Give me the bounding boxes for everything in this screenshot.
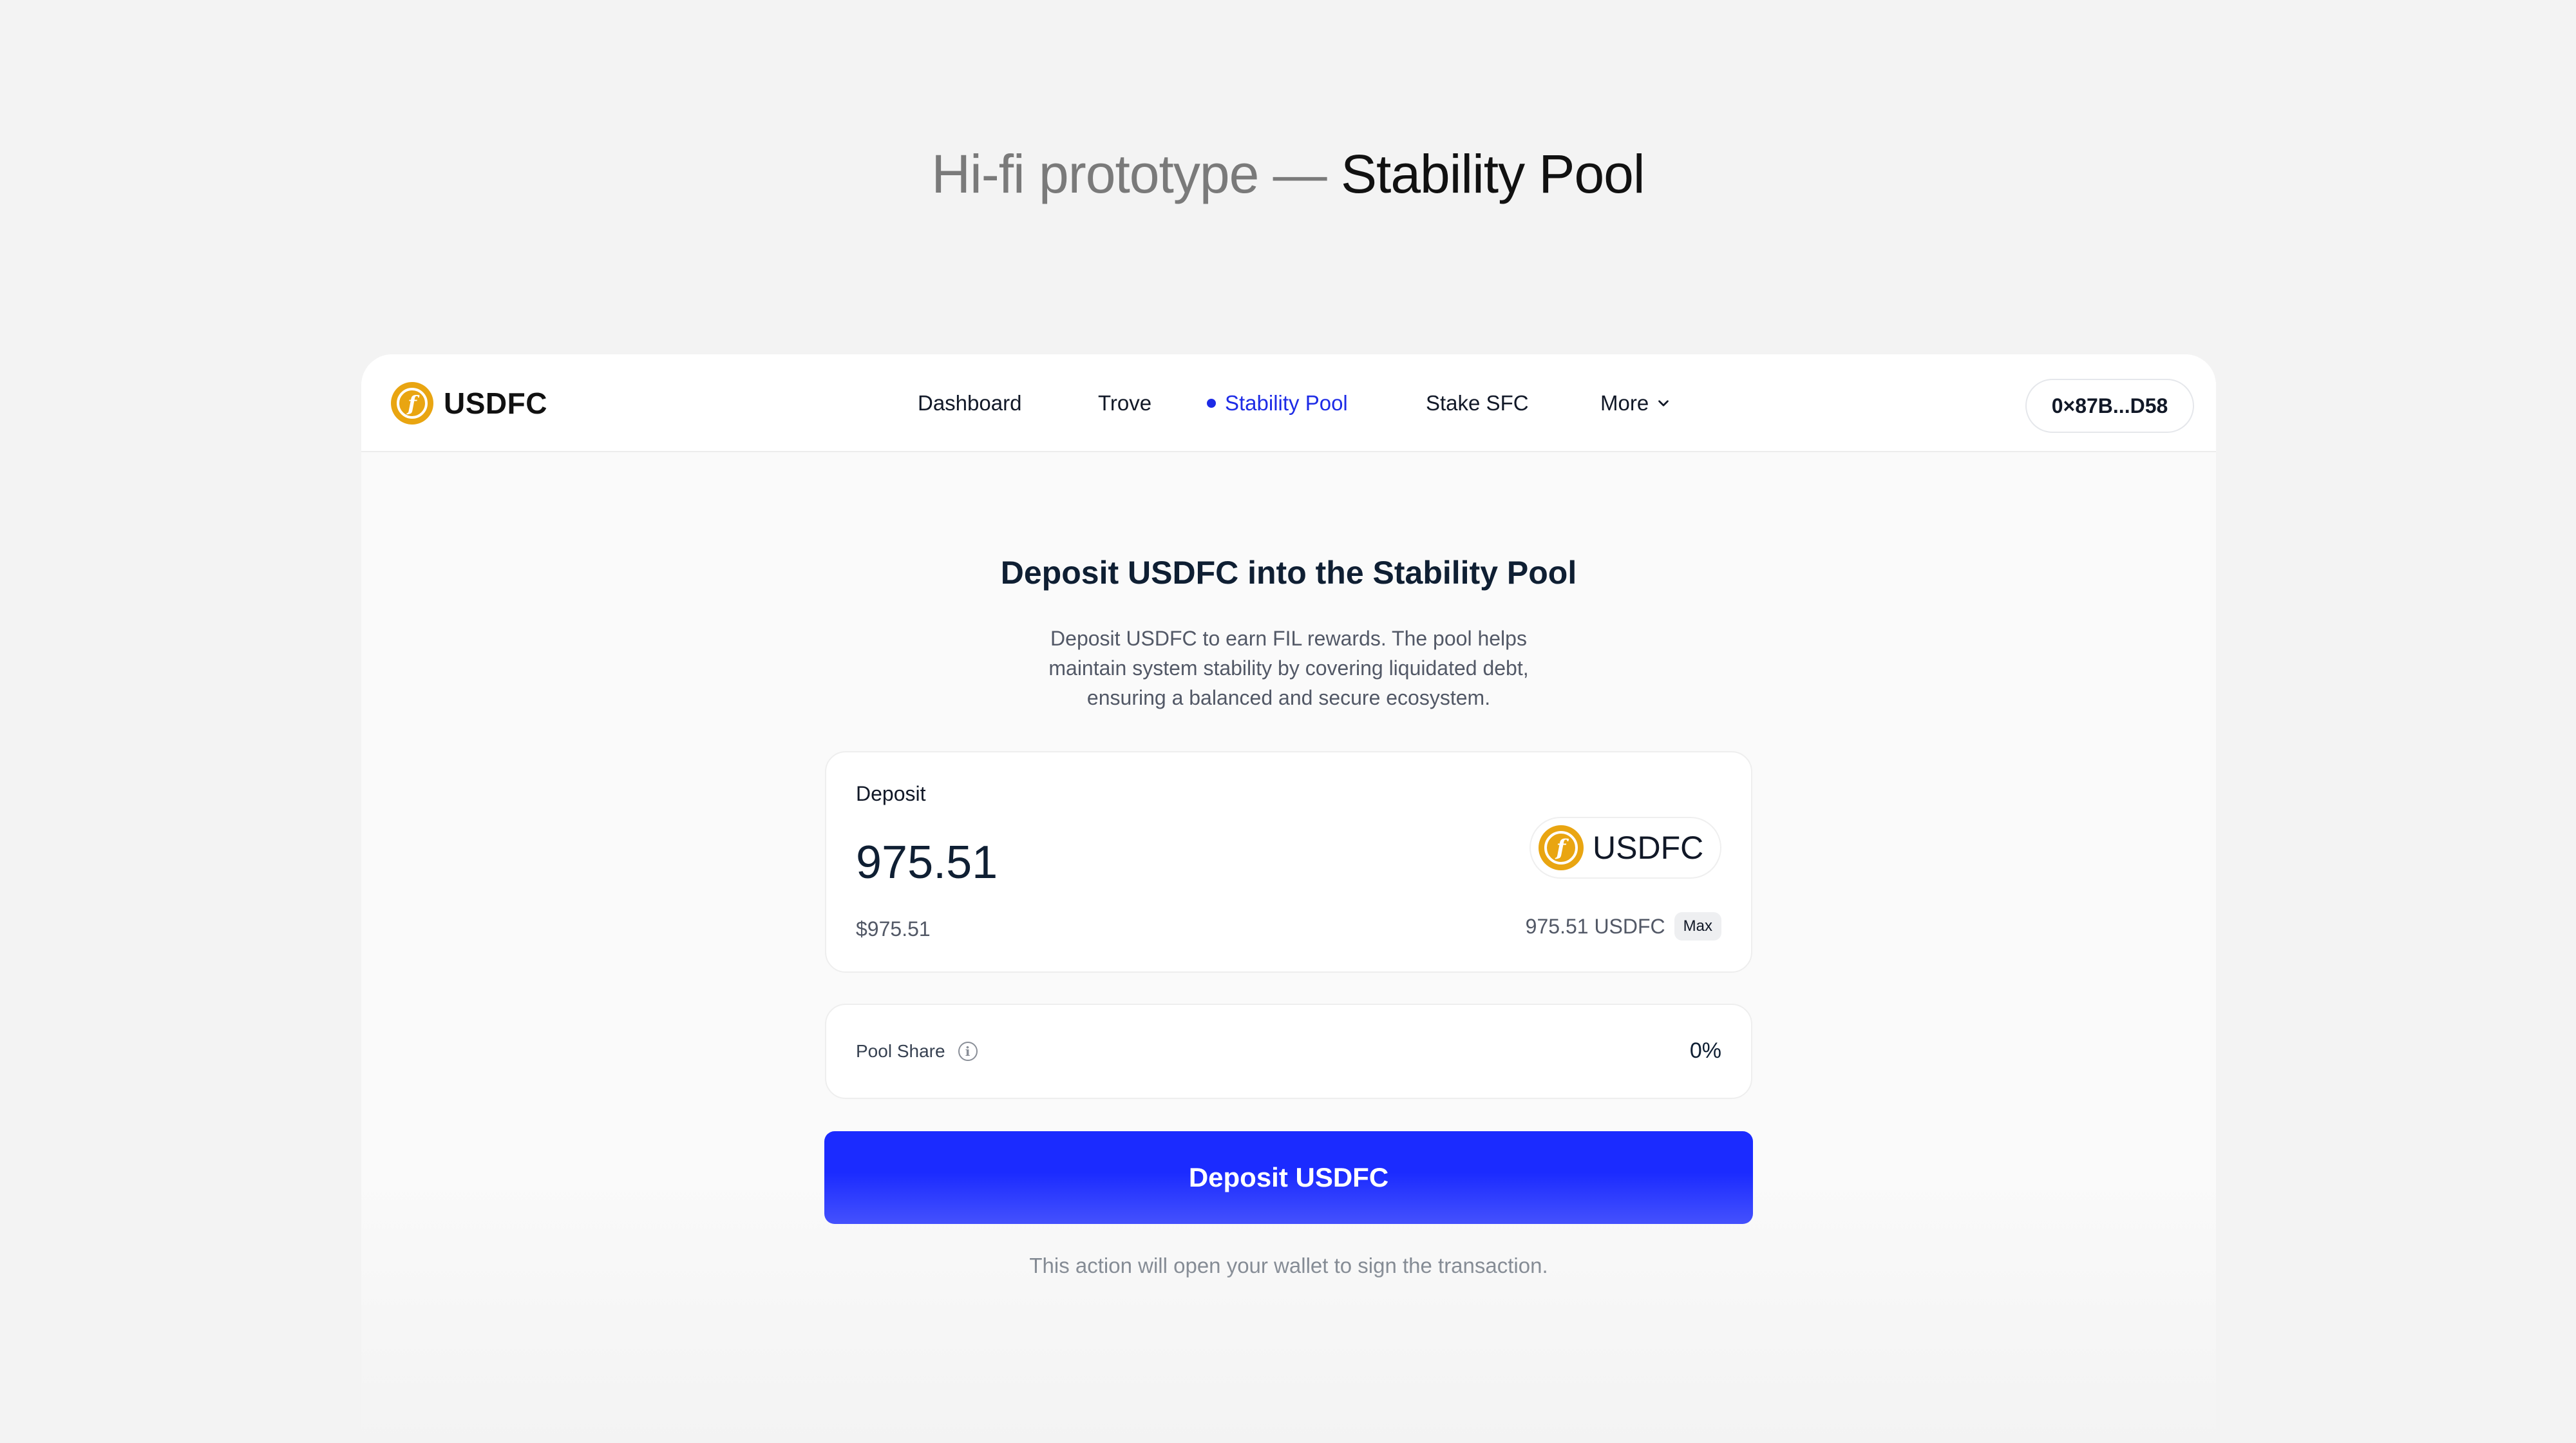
pool-share-card: Pool Share i 0%	[825, 1004, 1752, 1099]
nav-dashboard-label: Dashboard	[918, 391, 1022, 415]
deposit-card: Deposit 975.51 $975.51 f USDFC 975.51 US…	[825, 751, 1752, 973]
wallet-footnote: This action will open your wallet to sig…	[1029, 1254, 1548, 1277]
nav-trove[interactable]: Trove	[1098, 354, 1151, 452]
wallet-balance: 975.51 USDFC	[1525, 914, 1665, 938]
usdfc-coin-icon: f	[1539, 825, 1584, 870]
info-icon[interactable]: i	[958, 1042, 978, 1061]
deposit-amount-input[interactable]: 975.51	[856, 836, 998, 889]
nav-dashboard[interactable]: Dashboard	[918, 354, 1021, 452]
token-label: USDFC	[1593, 830, 1704, 866]
brand-logo[interactable]: f USDFC	[391, 382, 547, 425]
nav-stability-pool-label: Stability Pool	[1225, 391, 1348, 415]
nav-stake-sfc-label: Stake SFC	[1426, 391, 1529, 415]
wallet-address-button[interactable]: 0×87B...D58	[2025, 379, 2194, 433]
token-selector: f USDFC	[1530, 817, 1721, 879]
wallet-address: 0×87B...D58	[2051, 394, 2168, 417]
deposit-usd-value: $975.51	[856, 917, 931, 941]
brand-name: USDFC	[444, 387, 547, 420]
heading-prefix: Hi-fi prototype —	[931, 144, 1341, 204]
page-description: Deposit USDFC to earn FIL rewards. The p…	[1048, 627, 1529, 709]
pool-share-value: 0%	[1689, 1038, 1721, 1063]
app-window: f USDFC Dashboard Trove Stability Pool S…	[361, 354, 2216, 1443]
nav-trove-label: Trove	[1098, 391, 1152, 415]
deposit-submit-button[interactable]: Deposit USDFC	[824, 1131, 1753, 1224]
nav-stability-pool[interactable]: Stability Pool	[1207, 354, 1348, 452]
nav-stake-sfc[interactable]: Stake SFC	[1426, 354, 1529, 452]
pool-share-label: Pool Share	[856, 1041, 945, 1061]
nav-more-dropdown[interactable]: More	[1600, 354, 1672, 452]
nav-more-label: More	[1600, 391, 1649, 415]
active-indicator-dot	[1207, 399, 1216, 408]
chevron-down-icon	[1658, 400, 1669, 406]
pool-share-label-group: Pool Share i	[856, 1041, 978, 1062]
max-button[interactable]: Max	[1674, 912, 1721, 941]
heading-accent: Stability Pool	[1340, 144, 1645, 204]
page-title: Deposit USDFC into the Stability Pool	[1000, 555, 1577, 591]
usdfc-coin-icon: f	[391, 382, 433, 425]
balance-row: 975.51 USDFC Max	[1526, 912, 1721, 941]
deposit-label: Deposit	[856, 782, 926, 805]
page-heading: Hi-fi prototype — Stability Pool	[0, 139, 2576, 209]
top-navbar: f USDFC Dashboard Trove Stability Pool S…	[361, 354, 2216, 452]
